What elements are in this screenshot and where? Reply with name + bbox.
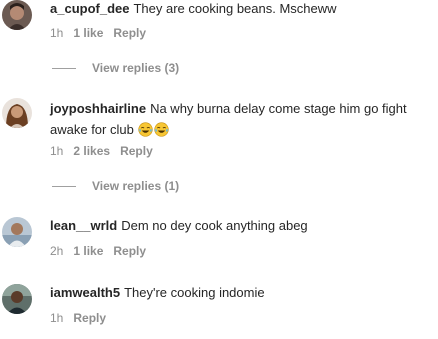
reply-button[interactable]: Reply: [113, 26, 146, 40]
avatar[interactable]: [2, 0, 32, 30]
view-replies-button[interactable]: View replies (1): [52, 178, 179, 194]
comment-username[interactable]: iamwealth5: [50, 285, 120, 300]
comment-username[interactable]: lean__wrld: [50, 218, 117, 233]
emoji-group: [137, 122, 170, 137]
avatar[interactable]: [2, 98, 32, 128]
divider: [52, 186, 76, 188]
comment-text: They are cooking beans. Mscheww: [133, 1, 337, 16]
view-replies-label: View replies (1): [92, 179, 180, 193]
divider: [52, 68, 76, 70]
face-with-tears-of-joy-icon: [138, 122, 154, 137]
comment-text: Dem no dey cook anything abeg: [121, 218, 308, 233]
comment-time: 1h: [50, 144, 64, 158]
reply-button[interactable]: Reply: [120, 144, 153, 158]
face-with-tears-of-joy-icon: [154, 122, 170, 137]
view-replies-label: View replies (3): [92, 61, 180, 75]
like-count[interactable]: 1 like: [73, 244, 103, 258]
comment-time: 1h: [50, 26, 64, 40]
reply-button[interactable]: Reply: [73, 311, 106, 325]
comment-meta: 1h 1 like Reply: [50, 25, 156, 41]
comment-body: joyposhhairline Na why burna delay come s…: [50, 98, 430, 140]
comment-time: 1h: [50, 311, 64, 325]
comment-meta: 2h 1 like Reply: [50, 243, 156, 259]
comment-body: lean__wrld Dem no dey cook anything abeg: [50, 216, 430, 236]
reply-button[interactable]: Reply: [113, 244, 146, 258]
view-replies-button[interactable]: View replies (3): [52, 60, 179, 76]
like-count[interactable]: 1 like: [73, 26, 103, 40]
avatar[interactable]: [2, 284, 32, 314]
avatar[interactable]: [2, 217, 32, 247]
comment-meta: 1h Reply: [50, 310, 116, 326]
comment-username[interactable]: joyposhhairline: [50, 101, 146, 116]
comment-body: iamwealth5 They're cooking indomie: [50, 283, 430, 303]
comment-meta: 1h 2 likes Reply: [50, 143, 163, 159]
comment-username[interactable]: a_cupof_dee: [50, 1, 129, 16]
like-count[interactable]: 2 likes: [73, 144, 110, 158]
comment-text: They're cooking indomie: [124, 285, 265, 300]
comment-time: 2h: [50, 244, 64, 258]
comment-body: a_cupof_dee They are cooking beans. Msche…: [50, 0, 430, 19]
